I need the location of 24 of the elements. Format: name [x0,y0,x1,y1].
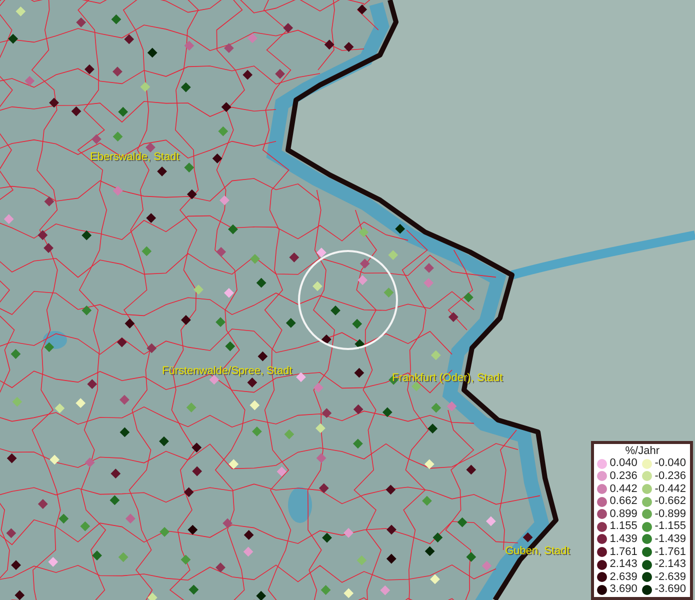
legend-value: 1.761 [610,546,638,558]
legend-value: 0.236 [610,470,638,483]
legend-title: %/Jahr [624,444,661,458]
legend-value: -2.143 [654,558,686,571]
legend-value: -3.690 [654,583,686,596]
legend-value: -0.442 [654,482,686,496]
legend-value: 2.143 [610,558,638,571]
legend-value: -0.236 [654,470,686,483]
legend-value: 2.639 [610,570,638,584]
legend-value: 0.442 [610,482,638,496]
legend-value: 0.040 [610,457,638,470]
legend-value: 1.439 [610,533,638,546]
legend-value: 1.155 [610,520,638,534]
legend-value: 0.662 [610,495,638,508]
legend-value: -1.155 [654,520,686,534]
legend-value: -1.761 [654,546,686,558]
legend-value: 3.690 [610,583,638,596]
legend-value: -2.639 [654,570,686,584]
legend-value: 0.899 [610,508,638,520]
map-drawing[interactable] [0,0,695,600]
legend-value: -0.040 [654,457,686,470]
legend-value: -0.662 [654,495,686,508]
legend-value: -0.899 [654,508,686,520]
legend-value: -1.439 [654,533,686,546]
